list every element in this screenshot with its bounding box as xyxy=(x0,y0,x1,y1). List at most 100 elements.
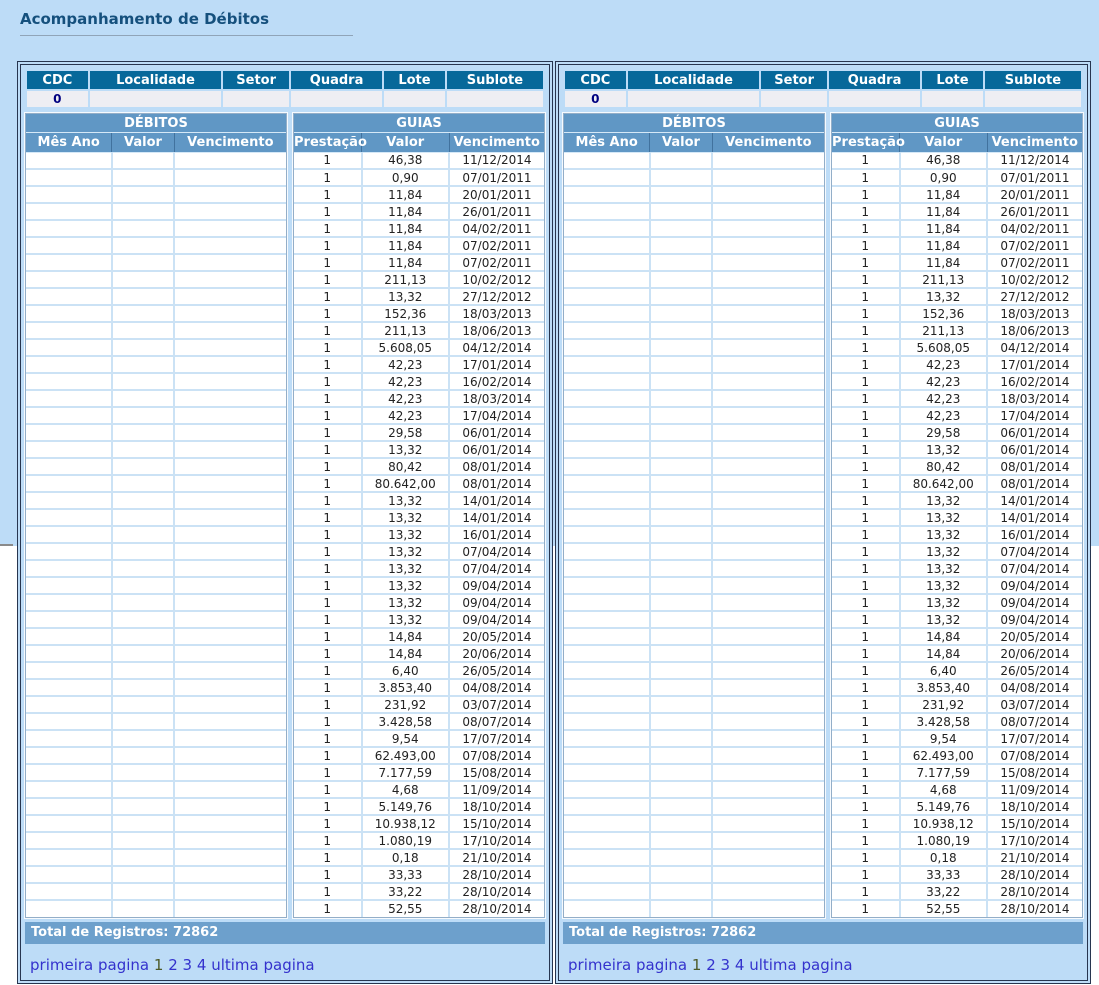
debitos-empty-cell xyxy=(650,543,712,560)
debitos-empty-cell xyxy=(112,254,174,271)
guias-prestacao-cell: 1 xyxy=(294,458,362,475)
guias-vencimento-cell: 28/10/2014 xyxy=(987,900,1082,917)
property-header-table: CDCLocalidadeSetorQuadraLoteSublote 0 xyxy=(25,69,545,109)
debitos-row xyxy=(26,662,286,679)
debitos-row xyxy=(26,543,286,560)
guias-vencimento-cell: 08/01/2014 xyxy=(987,475,1082,492)
debitos-empty-cell xyxy=(650,424,712,441)
guias-vencimento-cell: 07/04/2014 xyxy=(449,560,544,577)
guias-prestacao-cell: 1 xyxy=(294,526,362,543)
page-link-2[interactable]: 2 xyxy=(168,956,178,974)
guias-valor-cell: 62.493,00 xyxy=(362,747,450,764)
debitos-empty-cell xyxy=(564,492,650,509)
guias-row: 1152,3618/03/2013 xyxy=(832,305,1082,322)
guias-row: 10,9007/01/2011 xyxy=(294,169,544,186)
guias-prestacao-cell: 1 xyxy=(294,662,362,679)
debitos-empty-cell xyxy=(112,169,174,186)
guias-valor-cell: 152,36 xyxy=(362,305,450,322)
debitos-empty-cell xyxy=(564,237,650,254)
cdc-column-header: CDC xyxy=(27,71,88,89)
guias-prestacao-cell: 1 xyxy=(832,373,900,390)
debitos-empty-cell xyxy=(174,543,286,560)
guias-row: 1211,1310/02/2012 xyxy=(294,271,544,288)
guias-row: 113,3214/01/2014 xyxy=(832,509,1082,526)
debitos-row xyxy=(564,696,824,713)
guias-valor-cell: 33,22 xyxy=(362,883,450,900)
page-link-2[interactable]: 2 xyxy=(706,956,716,974)
cdc-value-cell xyxy=(829,91,920,107)
debitos-empty-cell xyxy=(174,322,286,339)
debitos-empty-cell xyxy=(26,662,112,679)
debitos-empty-cell xyxy=(650,781,712,798)
debitos-empty-cell xyxy=(650,390,712,407)
debitos-row xyxy=(26,305,286,322)
debitos-row xyxy=(26,288,286,305)
guias-prestacao-cell: 1 xyxy=(832,458,900,475)
guias-prestacao-cell: 1 xyxy=(832,441,900,458)
debitos-empty-cell xyxy=(564,713,650,730)
debitos-empty-cell xyxy=(174,254,286,271)
guias-vencimento-cell: 18/06/2013 xyxy=(449,322,544,339)
debitos-empty-cell xyxy=(174,866,286,883)
page-link-3[interactable]: 3 xyxy=(183,956,193,974)
debitos-empty-cell xyxy=(112,866,174,883)
guias-row: 111,8404/02/2011 xyxy=(832,220,1082,237)
debitos-empty-cell xyxy=(112,458,174,475)
last-page-link[interactable]: ultima pagina xyxy=(211,956,314,974)
guias-prestacao-cell: 1 xyxy=(832,492,900,509)
debitos-empty-cell xyxy=(112,543,174,560)
debitos-row xyxy=(564,203,824,220)
debitos-empty-cell xyxy=(174,288,286,305)
debitos-empty-cell xyxy=(26,339,112,356)
debitos-empty-cell xyxy=(564,475,650,492)
first-page-link[interactable]: primeira pagina xyxy=(568,956,687,974)
guias-row: 142,2318/03/2014 xyxy=(832,390,1082,407)
guias-row: 146,3811/12/2014 xyxy=(294,152,544,169)
debitos-empty-cell xyxy=(112,645,174,662)
debitos-empty-cell xyxy=(26,475,112,492)
page-link-4[interactable]: 4 xyxy=(197,956,207,974)
debitos-row xyxy=(26,152,286,169)
debitos-row xyxy=(26,339,286,356)
debitos-empty-cell xyxy=(564,764,650,781)
guias-prestacao-cell: 1 xyxy=(294,509,362,526)
debitos-empty-cell xyxy=(174,475,286,492)
guias-vencimento-cell: 14/01/2014 xyxy=(987,492,1082,509)
guias-prestacao-cell: 1 xyxy=(832,169,900,186)
guias-vencimento-cell: 18/03/2014 xyxy=(987,390,1082,407)
page-link-3[interactable]: 3 xyxy=(721,956,731,974)
guias-vencimento-cell: 14/01/2014 xyxy=(449,492,544,509)
guias-valor-cell: 5.608,05 xyxy=(900,339,988,356)
debitos-row xyxy=(564,254,824,271)
guias-valor-cell: 4,68 xyxy=(362,781,450,798)
first-page-link[interactable]: primeira pagina xyxy=(30,956,149,974)
debitos-empty-cell xyxy=(712,509,824,526)
debitos-empty-cell xyxy=(650,628,712,645)
guias-vencimento-cell: 15/08/2014 xyxy=(449,764,544,781)
last-page-link[interactable]: ultima pagina xyxy=(749,956,852,974)
guias-vencimento-cell: 04/08/2014 xyxy=(449,679,544,696)
debitos-row xyxy=(564,407,824,424)
guias-row: 142,2317/04/2014 xyxy=(294,407,544,424)
guias-prestacao-cell: 1 xyxy=(294,237,362,254)
guias-vencimento-cell: 15/10/2014 xyxy=(449,815,544,832)
cdc-value-cell xyxy=(90,91,222,107)
guias-row: 111,8420/01/2011 xyxy=(832,186,1082,203)
debitos-empty-cell xyxy=(650,203,712,220)
guias-valor-cell: 1.080,19 xyxy=(900,832,988,849)
cdc-column-header: CDC xyxy=(565,71,626,89)
debitos-empty-cell xyxy=(26,203,112,220)
guias-row: 1211,1310/02/2012 xyxy=(832,271,1082,288)
guias-prestacao-cell: 1 xyxy=(294,713,362,730)
debitos-empty-cell xyxy=(650,764,712,781)
debitos-empty-cell xyxy=(112,628,174,645)
guias-row: 133,3328/10/2014 xyxy=(832,866,1082,883)
guias-vencimento-cell: 18/10/2014 xyxy=(987,798,1082,815)
page-link-4[interactable]: 4 xyxy=(735,956,745,974)
guias-prestacao-cell: 1 xyxy=(832,560,900,577)
guias-valor-cell: 211,13 xyxy=(362,271,450,288)
debitos-empty-cell xyxy=(712,152,824,169)
debitos-empty-cell xyxy=(174,509,286,526)
debitos-empty-cell xyxy=(650,560,712,577)
debitos-empty-cell xyxy=(564,152,650,169)
